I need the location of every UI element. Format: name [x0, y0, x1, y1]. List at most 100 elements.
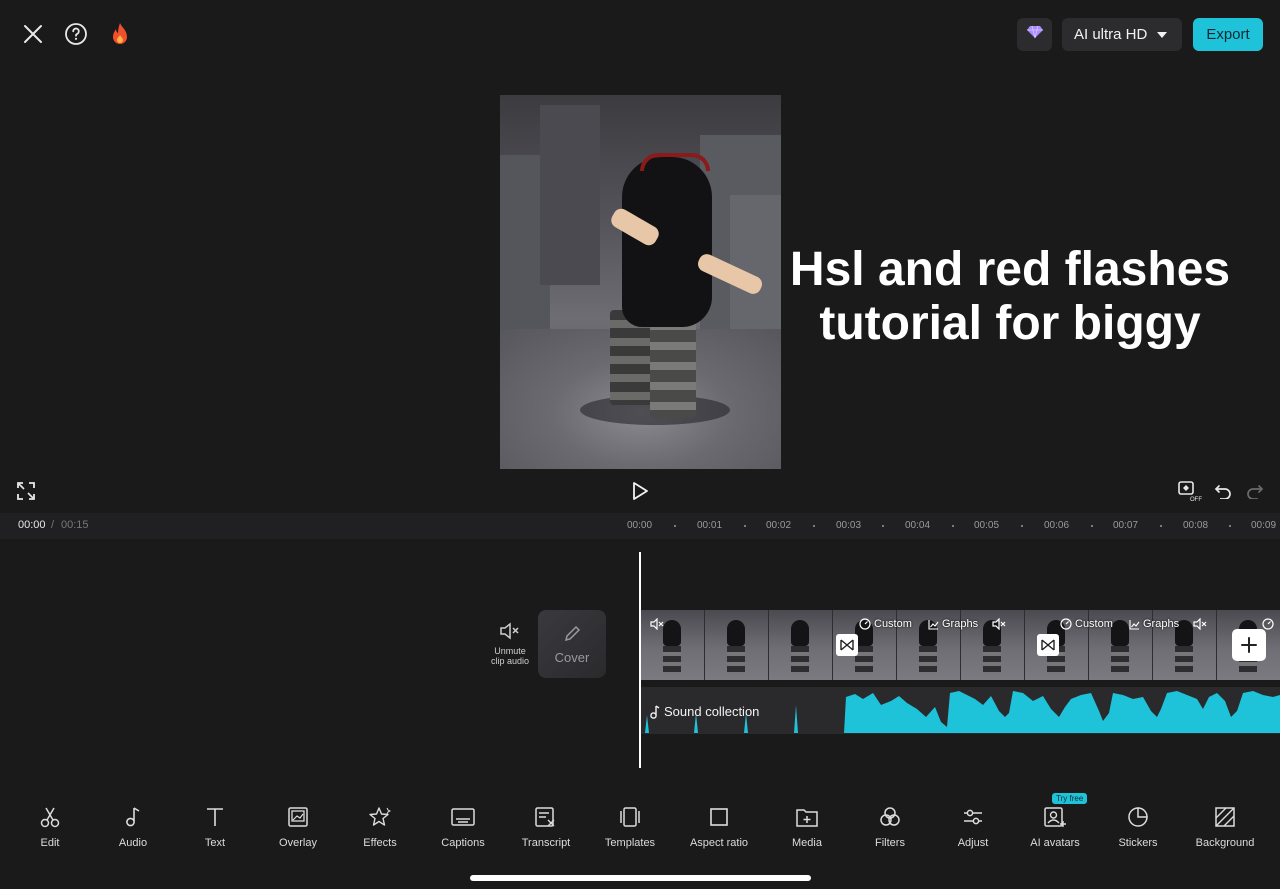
tool-templates[interactable]: Templates [585, 790, 675, 849]
music-note-icon [650, 704, 660, 719]
quality-label: AI ultra HD [1074, 26, 1148, 43]
clip-tag-label: Custom [1075, 618, 1113, 630]
export-button[interactable]: Export [1193, 18, 1263, 51]
video-preview[interactable] [500, 95, 781, 469]
tool-effects[interactable]: Effects [335, 790, 425, 849]
clip-tag-custom[interactable]: Custom [859, 618, 912, 630]
adjust-sliders-icon [960, 804, 986, 830]
clip-tag-graphs[interactable]: Graphs [928, 618, 978, 630]
help-icon[interactable] [60, 18, 92, 50]
try-free-badge: Try free [1052, 793, 1088, 804]
ruler-dot [744, 525, 746, 527]
time-separator: / [51, 519, 55, 531]
tool-audio[interactable]: Audio [88, 790, 178, 849]
cover-button[interactable]: Cover [538, 610, 606, 678]
tool-overlay[interactable]: Overlay [253, 790, 343, 849]
playhead[interactable] [639, 552, 641, 768]
ruler-dot [674, 525, 676, 527]
transition-icon [840, 639, 854, 651]
speed-icon [1060, 618, 1072, 630]
clip-mute-icon[interactable] [650, 618, 664, 630]
clip-mute-icon[interactable] [992, 618, 1006, 630]
tool-label: Media [792, 837, 822, 849]
ruler-tick: 00:01 [697, 520, 723, 531]
captions-icon [450, 804, 476, 830]
effects-star-icon [367, 804, 393, 830]
tool-edit[interactable]: Edit [5, 790, 95, 849]
unmute-clip-audio-button[interactable]: Unmute clip audio [484, 622, 536, 666]
undo-icon[interactable] [1212, 480, 1234, 502]
tool-filters[interactable]: Filters [845, 790, 935, 849]
tool-transcript[interactable]: Transcript [501, 790, 591, 849]
flame-icon[interactable] [104, 18, 136, 50]
home-indicator[interactable] [470, 875, 811, 881]
cover-label: Cover [554, 650, 590, 665]
clip-tag-graphs[interactable]: Graphs [1129, 618, 1179, 630]
tool-label: Templates [604, 837, 656, 849]
quality-dropdown[interactable]: AI ultra HD [1062, 18, 1182, 51]
tool-label: Effects [363, 837, 397, 849]
transition-icon [1041, 639, 1055, 651]
tool-aspect-ratio[interactable]: Aspect ratio [674, 790, 764, 849]
tool-media[interactable]: Media [762, 790, 852, 849]
tool-background[interactable]: Background [1180, 790, 1270, 849]
tool-label: Edit [40, 837, 60, 849]
ruler-tick: 00:07 [1113, 520, 1139, 531]
tool-text[interactable]: Text [170, 790, 260, 849]
ruler-dot [952, 525, 954, 527]
ruler-tick: 00:06 [1044, 520, 1070, 531]
overlay-title-line1: Hsl and red flashes [789, 243, 1231, 296]
ruler-tick: 00:05 [974, 520, 1000, 531]
tool-label: Aspect ratio [689, 837, 749, 849]
graph-icon [1129, 619, 1140, 630]
audio-track-label: Sound collection [648, 704, 759, 719]
tool-stickers[interactable]: Stickers [1093, 790, 1183, 849]
ruler-dot [813, 525, 815, 527]
clip-mute-icon[interactable] [1193, 618, 1207, 630]
plus-icon [1241, 637, 1257, 653]
add-clip-button[interactable] [1232, 629, 1266, 661]
gem-icon [1026, 25, 1043, 44]
tool-label: Overlay [279, 837, 317, 849]
background-icon [1212, 804, 1238, 830]
clip-tag-label: Graphs [942, 618, 979, 630]
tool-label: Background [1195, 837, 1255, 849]
unmute-label-line1: Unmute [494, 646, 526, 656]
close-icon[interactable] [17, 18, 49, 50]
aspect-ratio-icon [706, 804, 732, 830]
ruler-tick: 00:03 [836, 520, 862, 531]
templates-icon [617, 804, 643, 830]
top-bar: AI ultra HD Export [0, 0, 1280, 70]
media-add-icon [794, 804, 820, 830]
graph-icon [928, 619, 939, 630]
clip-tag-label: Custom [874, 618, 912, 630]
tool-label: Text [204, 837, 226, 849]
tool-captions[interactable]: Captions [418, 790, 508, 849]
ai-avatar-icon [1042, 804, 1068, 830]
tool-label: Captions [441, 837, 485, 849]
tool-label: Audio [118, 837, 148, 849]
audio-track-name: Sound collection [664, 704, 760, 719]
bottom-toolbar: Edit Audio Text Overlay Effects Captions… [0, 790, 1280, 860]
keyframe-off-icon[interactable]: OFF [1176, 478, 1204, 504]
tool-adjust[interactable]: Adjust [928, 790, 1018, 849]
overlay-title-text[interactable]: Hsl and red flashes tutorial for biggy [760, 243, 1260, 351]
chevron-down-icon [1157, 31, 1168, 38]
clip-tag-custom[interactable]: Custom [1060, 618, 1113, 630]
redo-icon[interactable] [1244, 480, 1266, 502]
fullscreen-icon[interactable] [14, 480, 38, 502]
transition-button[interactable] [836, 634, 858, 656]
overlay-title-line2: tutorial for biggy [819, 297, 1201, 350]
play-icon[interactable] [628, 479, 652, 503]
clip-tag-label: Graphs [1143, 618, 1180, 630]
ruler-dot [1160, 525, 1162, 527]
filters-icon [877, 804, 903, 830]
tool-label: Adjust [957, 837, 989, 849]
speed-icon[interactable] [1262, 618, 1274, 630]
keyframe-badge: OFF [1190, 497, 1202, 503]
text-icon [202, 804, 228, 830]
overlay-icon [285, 804, 311, 830]
ruler-dot [1021, 525, 1023, 527]
transition-button[interactable] [1037, 634, 1059, 656]
premium-gem-button[interactable] [1017, 18, 1052, 51]
